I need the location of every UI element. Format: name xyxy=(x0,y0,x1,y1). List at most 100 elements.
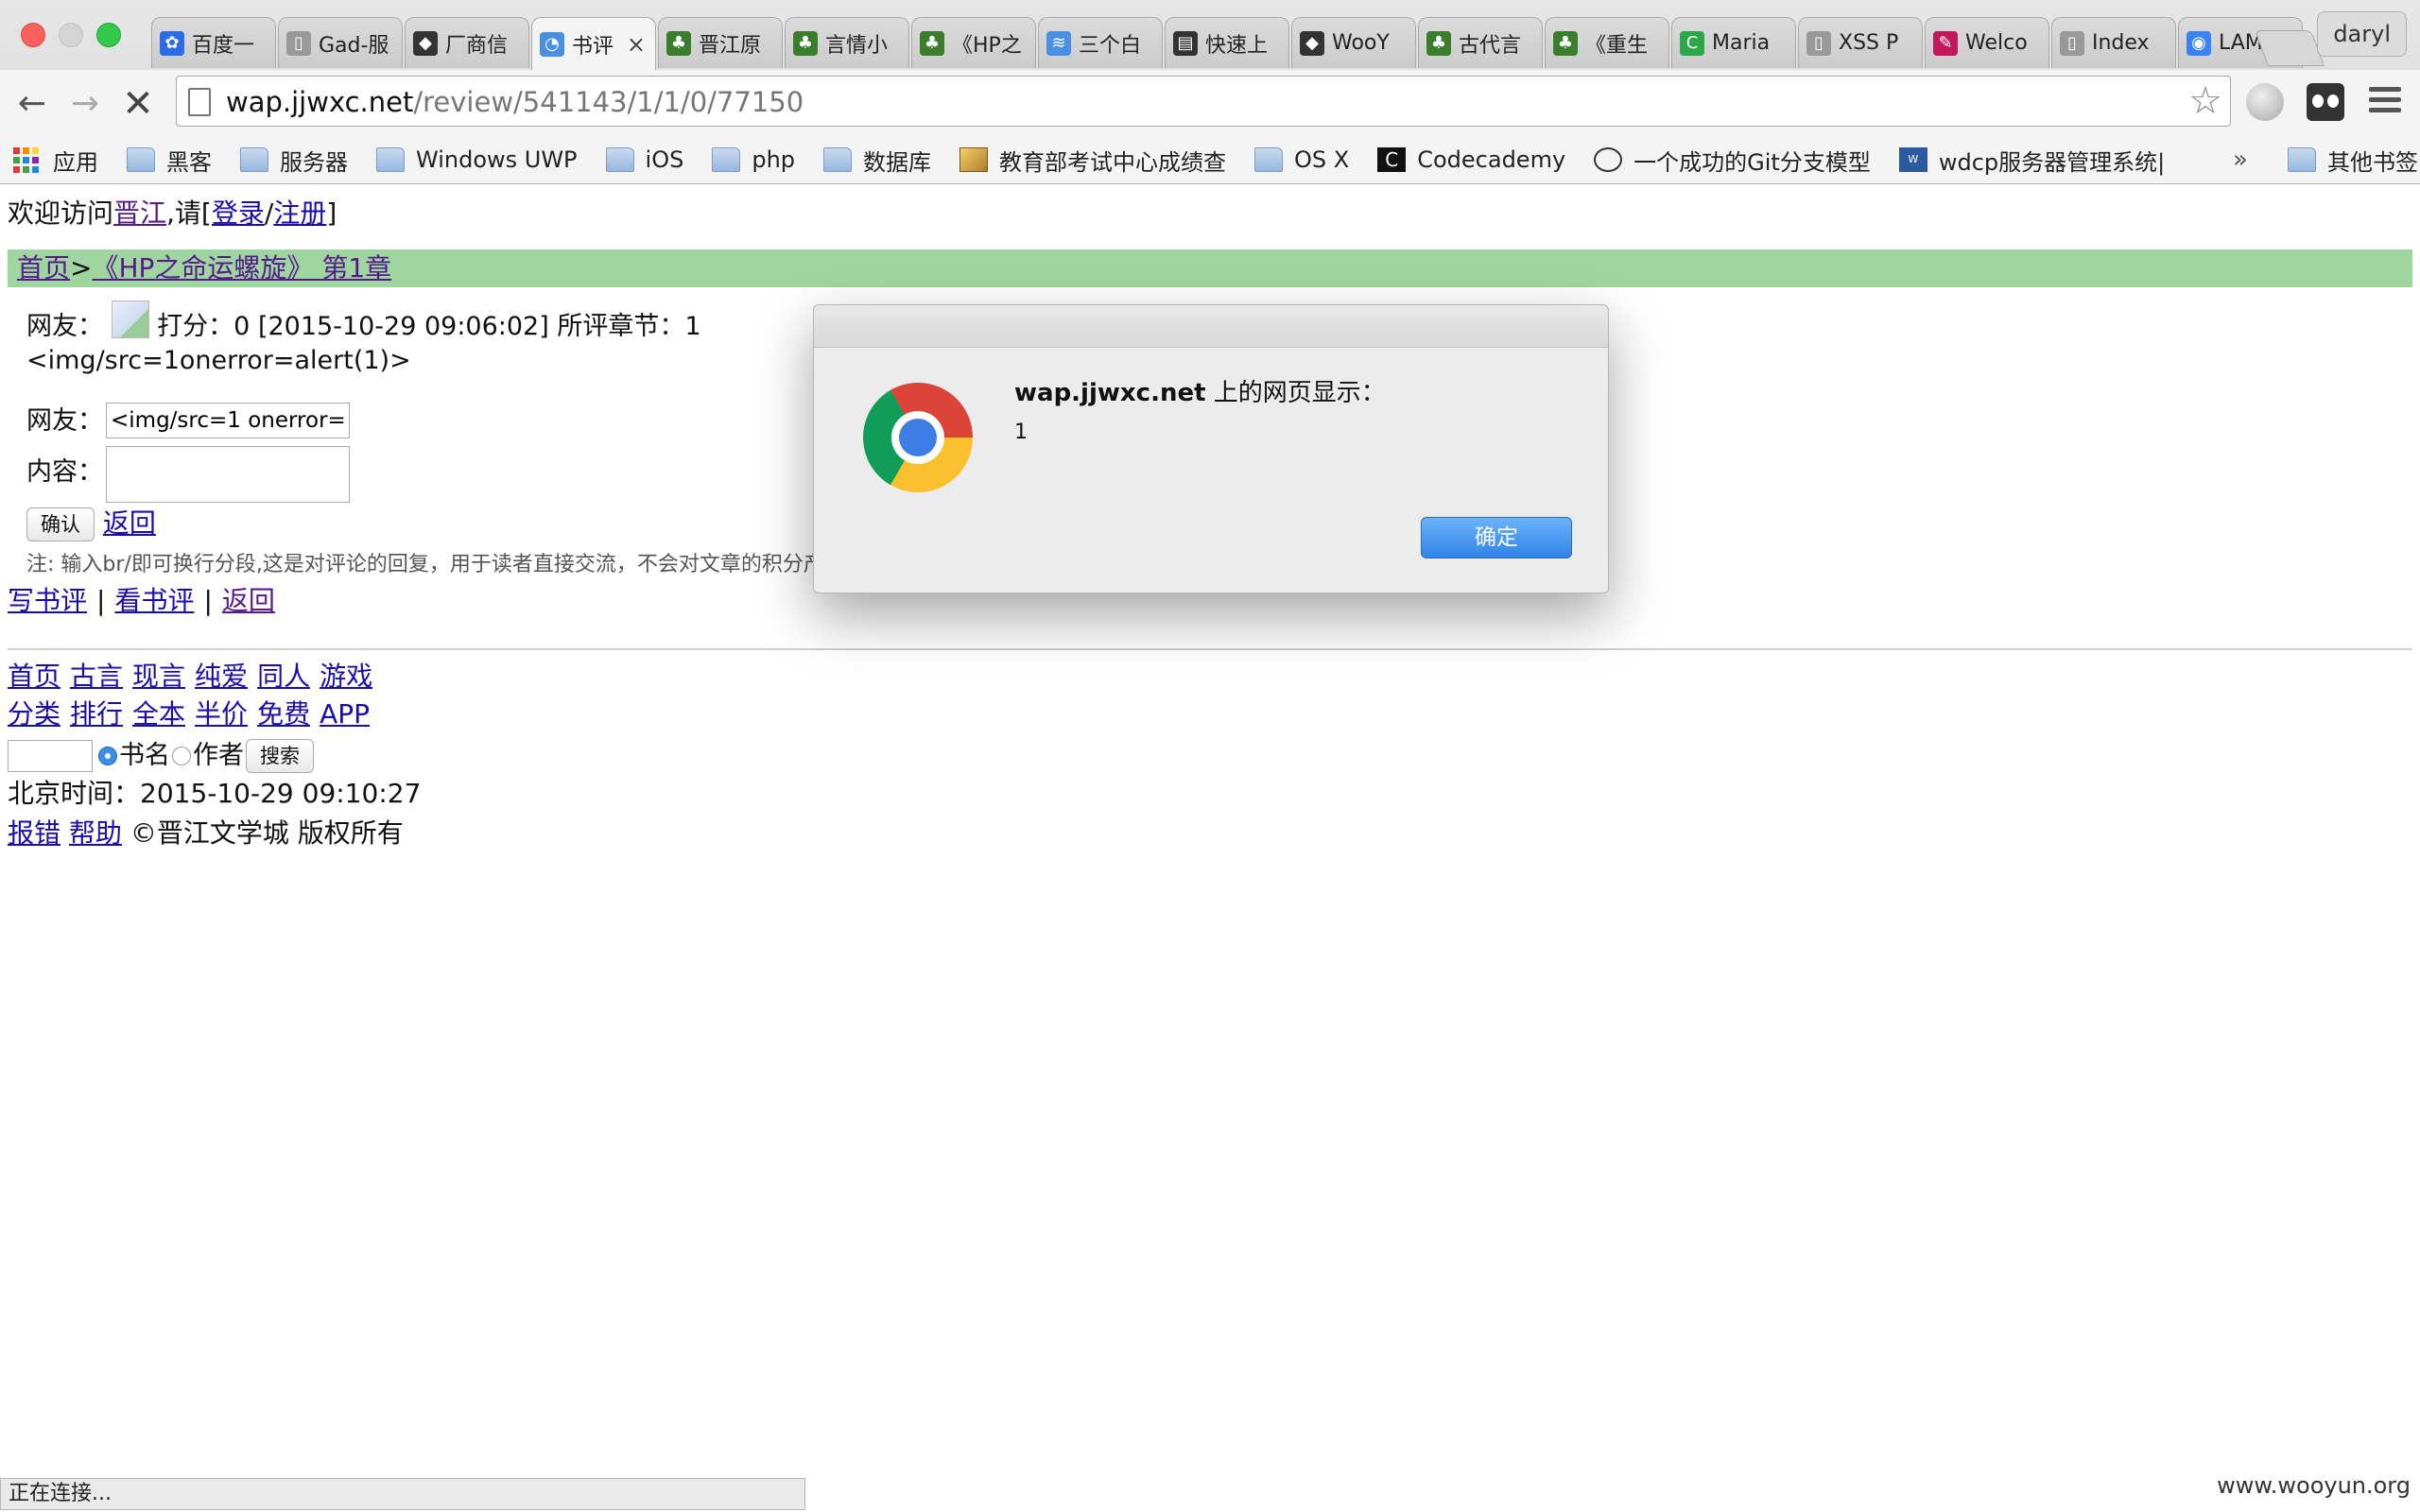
nav-link[interactable]: APP xyxy=(320,698,370,730)
tab-item[interactable]: ♣ 言情小 xyxy=(785,17,909,68)
page-icon: ▯ xyxy=(286,30,311,56)
bookmark-star-icon[interactable]: ☆ xyxy=(2188,80,2222,122)
nav-link[interactable]: 排行 xyxy=(70,698,123,730)
nav-link[interactable]: 现言 xyxy=(132,661,185,692)
bookmark-item[interactable]: Windows UWP xyxy=(376,136,578,183)
tab-item[interactable]: ▯ Index xyxy=(2051,17,2176,68)
bookmark-item[interactable]: Wwdcp服务器管理系统| xyxy=(1898,136,2165,183)
breadcrumb-home-link[interactable]: 首页 xyxy=(17,252,70,284)
address-bar[interactable]: wap.jjwxc.net/review/541143/1/1/0/77150 … xyxy=(176,76,2231,127)
wdcp-icon: W xyxy=(1898,147,1927,172)
report-error-link[interactable]: 报错 xyxy=(8,817,60,849)
nav-link[interactable]: 游戏 xyxy=(320,661,372,692)
menu-hamburger-icon[interactable] xyxy=(2369,87,2401,118)
nav-link[interactable]: 免费 xyxy=(257,698,310,730)
tab-item[interactable]: ✿ 百度一 xyxy=(151,17,276,68)
view-review-link[interactable]: 看书评 xyxy=(114,585,194,616)
tab-item[interactable]: ♣ 《HP之 xyxy=(911,17,1036,68)
reply-name-input[interactable] xyxy=(106,403,350,438)
close-window-button[interactable] xyxy=(21,23,45,47)
url-path: /review/541143/1/1/0/77150 xyxy=(413,86,804,118)
welcome-slash: / xyxy=(264,198,274,229)
radio-author[interactable] xyxy=(172,747,191,765)
tab-label: 《HP之 xyxy=(952,33,1022,58)
minimize-window-button[interactable] xyxy=(59,23,83,47)
nav-link[interactable]: 古言 xyxy=(70,661,123,692)
loading-icon: ◔ xyxy=(540,31,564,57)
reply-content-label: 内容： xyxy=(26,457,103,487)
dialog-title-rest: 上的网页显示： xyxy=(1205,379,1386,407)
login-link[interactable]: 登录 xyxy=(212,198,265,229)
register-link[interactable]: 注册 xyxy=(273,198,326,229)
nav-link[interactable]: 全本 xyxy=(132,698,185,730)
tab-item[interactable]: ≋ 三个白 xyxy=(1038,17,1163,68)
browser-chrome: ✿ 百度一 ▯ Gad-服 ◆ 厂商信 ◔ 书评 × ♣ 晋江原 ♣ 言情小 ♣ 《HP之 ≋ 三个白 ▤ 快速上 ◆… xyxy=(0,0,2420,184)
bookmark-label: 服务器 xyxy=(280,148,348,176)
tab-item[interactable]: ♣ 《重生 xyxy=(1545,17,1669,68)
globe-extension-icon[interactable] xyxy=(2246,83,2284,121)
tab-close-icon[interactable]: × xyxy=(627,31,646,58)
nav-link[interactable]: 首页 xyxy=(8,661,60,692)
reply-name-label: 网友： xyxy=(26,406,103,436)
bookmark-item[interactable]: 一个成功的Git分支模型 xyxy=(1594,136,1871,183)
dialog-titlebar[interactable] xyxy=(814,305,1608,348)
bookmark-item[interactable]: 服务器 xyxy=(240,136,348,183)
bookmarks-bar: 应用 黑客 服务器 Windows UWP iOS php 数据库 教育部考试中心成绩查 OS … xyxy=(0,136,2420,183)
nav-row-2: 分类 排行 全本 半价 免费 APP xyxy=(8,696,379,733)
tab-item[interactable]: ♣ 晋江原 xyxy=(658,17,783,68)
other-bookmarks-folder[interactable]: 其他书签 xyxy=(2288,136,2418,183)
bookmark-label: 数据库 xyxy=(863,148,932,176)
new-tab-button[interactable] xyxy=(2255,30,2325,66)
nav-link[interactable]: 纯爱 xyxy=(195,661,248,692)
back-link-2[interactable]: 返回 xyxy=(222,585,275,616)
profile-button[interactable]: daryl xyxy=(2317,11,2407,57)
bookmark-item[interactable]: 黑客 xyxy=(127,136,212,183)
bookmark-item[interactable]: 教育部考试中心成绩查 xyxy=(959,136,1226,183)
tab-item[interactable]: ◆ 厂商信 xyxy=(405,17,529,68)
zoom-window-button[interactable] xyxy=(96,23,121,47)
radio-book-name[interactable] xyxy=(98,747,117,765)
bookmark-item[interactable]: 应用 xyxy=(13,136,98,183)
tab-item[interactable]: ✎ Welco xyxy=(1925,17,2049,68)
bookmark-item[interactable]: php xyxy=(712,136,795,183)
bookmarks-overflow-button[interactable]: » xyxy=(2233,146,2248,174)
reply-content-textarea[interactable] xyxy=(106,446,350,503)
confirm-button[interactable]: 确认 xyxy=(26,507,95,541)
site-link[interactable]: 晋江 xyxy=(113,198,166,229)
stop-loading-icon[interactable]: ✕ xyxy=(117,83,159,125)
tabs: ✿ 百度一 ▯ Gad-服 ◆ 厂商信 ◔ 书评 × ♣ 晋江原 ♣ 言情小 ♣ 《HP之 ≋ 三个白 ▤ 快速上 ◆… xyxy=(151,17,2305,70)
tab-label: 言情小 xyxy=(825,33,889,58)
write-review-link[interactable]: 写书评 xyxy=(8,585,87,616)
tab-item[interactable]: ◔ 书评 × xyxy=(531,17,656,70)
back-link[interactable]: 返回 xyxy=(103,507,156,539)
tab-item[interactable]: ♣ 古代言 xyxy=(1418,17,1543,68)
tab-item[interactable]: ▯ XSS P xyxy=(1798,17,1923,68)
bookmark-item[interactable]: 数据库 xyxy=(823,136,931,183)
nav-link[interactable]: 半价 xyxy=(195,698,248,730)
breadcrumb-separator: > xyxy=(70,252,93,284)
bookmark-item[interactable]: OS X xyxy=(1254,136,1349,183)
nav-link[interactable]: 分类 xyxy=(8,698,60,730)
page-icon: ▯ xyxy=(2060,30,2084,56)
bookmark-item[interactable]: C Codecademy xyxy=(1377,136,1565,183)
breadcrumb-book-link[interactable]: 《HP之命运螺旋》 第1章 xyxy=(92,252,391,284)
tab-item[interactable]: ◆ WooY xyxy=(1291,17,1416,68)
url-text[interactable]: wap.jjwxc.net/review/541143/1/1/0/77150 xyxy=(226,84,804,120)
back-arrow-icon[interactable]: ← xyxy=(11,83,53,125)
tree-icon: ♣ xyxy=(1426,30,1451,56)
search-input[interactable] xyxy=(8,740,93,772)
help-link[interactable]: 帮助 xyxy=(69,817,122,849)
tab-item[interactable]: ▯ Gad-服 xyxy=(278,17,403,68)
bookmark-label: php xyxy=(752,146,796,173)
search-button[interactable]: 搜索 xyxy=(246,739,314,773)
paw-icon: ✿ xyxy=(160,30,184,56)
nav-link[interactable]: 同人 xyxy=(257,661,310,692)
tab-item[interactable]: ▤ 快速上 xyxy=(1165,17,1289,68)
dialog-ok-button[interactable]: 确定 xyxy=(1421,517,1572,558)
forward-arrow-icon[interactable]: → xyxy=(64,83,106,125)
incognito-extension-icon[interactable] xyxy=(2307,83,2344,121)
broken-image-icon xyxy=(111,301,149,338)
review-header: 网友： 打分：0 [2015-10-29 09:06:02] 所评章节：1 xyxy=(26,301,701,346)
tab-item[interactable]: C Maria xyxy=(1671,17,1796,68)
bookmark-item[interactable]: iOS xyxy=(605,136,683,183)
